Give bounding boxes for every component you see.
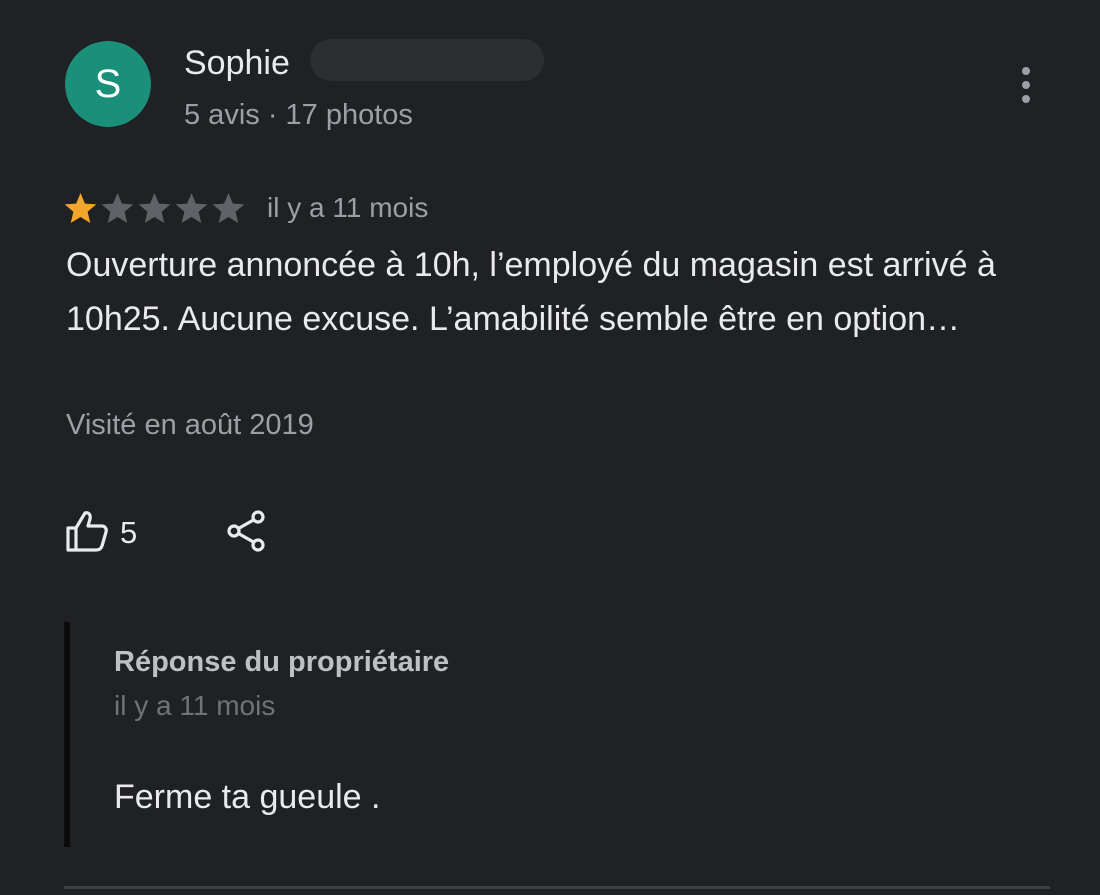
visited-date: Visité en août 2019 (66, 409, 314, 441)
star-rating (62, 190, 247, 227)
more-options-button[interactable] (1004, 60, 1048, 110)
review-card: S Sophie 5 avis · 17 photos il y a 11 mo… (0, 0, 1100, 895)
owner-reply-date: il y a 11 mois (114, 690, 276, 721)
owner-reply-title: Réponse du propriétaire (114, 646, 450, 678)
star-empty-icon (212, 192, 245, 223)
name-redaction (310, 39, 544, 81)
like-count: 5 (120, 515, 138, 550)
star-filled-icon (64, 192, 97, 223)
like-button[interactable]: 5 (64, 508, 137, 558)
author-stats: 5 avis · 17 photos (184, 99, 413, 131)
star-empty-icon (101, 192, 134, 223)
review-date: il y a 11 mois (267, 192, 429, 223)
share-button[interactable] (222, 506, 272, 556)
rating-row: il y a 11 mois (62, 188, 428, 228)
star-empty-icon (138, 192, 171, 223)
avatar-initial: S (94, 61, 122, 106)
owner-reply: Réponse du propriétaire il y a 11 mois F… (64, 622, 1050, 847)
star-empty-icon (175, 192, 208, 223)
author-name[interactable]: Sophie (184, 43, 290, 83)
share-icon (222, 510, 272, 560)
owner-reply-text: Ferme ta gueule . (114, 778, 381, 816)
thumbs-up-icon (64, 509, 110, 558)
more-vert-icon (1022, 67, 1030, 103)
review-text: Ouverture annoncée à 10h, l’employé du m… (66, 246, 996, 338)
avatar[interactable]: S (65, 41, 151, 127)
divider (64, 886, 1050, 889)
